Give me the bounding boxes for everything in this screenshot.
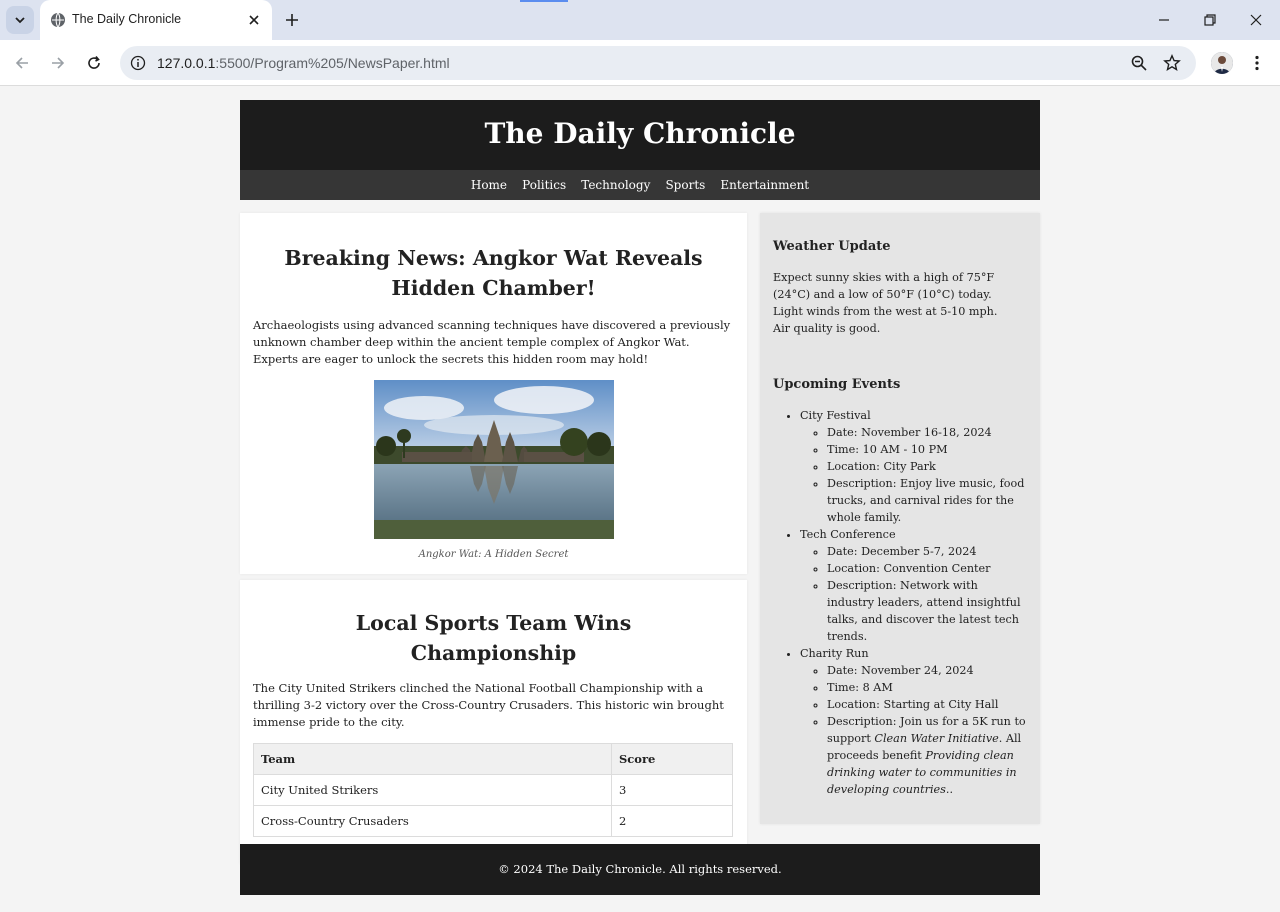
event-details: Date: November 24, 2024 Time: 8 AM Locat…: [800, 662, 1027, 798]
browser-tab-strip: The Daily Chronicle: [0, 0, 1280, 40]
weather-wind: Light winds from the west at 5-10 mph.: [773, 305, 998, 318]
zoom-icon[interactable]: [1130, 54, 1148, 72]
nav-technology[interactable]: Technology: [581, 170, 650, 200]
info-icon[interactable]: [130, 55, 146, 71]
article-headline: Breaking News: Angkor Wat Reveals Hidden…: [284, 246, 703, 300]
weather-forecast: Expect sunny skies with a high of 75°F (…: [773, 271, 995, 301]
bookmark-star-icon[interactable]: [1163, 54, 1181, 72]
run-desc-suffix: .: [949, 783, 954, 796]
score-cell: 2: [611, 805, 733, 837]
sidebar: Weather Update Expect sunny skies with a…: [760, 213, 1040, 824]
run-desc-initiative: Clean Water Initiative: [874, 732, 999, 745]
event-name: Tech Conference: [800, 528, 896, 541]
globe-icon: [51, 12, 65, 28]
url-host: 127.0.0.1: [157, 55, 216, 71]
weather-text: Expect sunny skies with a high of 75°F (…: [773, 269, 1027, 337]
profile-avatar[interactable]: [1211, 52, 1233, 74]
address-bar[interactable]: 127.0.0.1:5500/Program%205/NewsPaper.htm…: [120, 46, 1196, 80]
footer: © 2024 The Daily Chronicle. All rights r…: [240, 844, 1040, 895]
forward-arrow-icon[interactable]: [49, 54, 67, 72]
event-description: Description: Network with industry leade…: [827, 577, 1027, 645]
close-window-icon[interactable]: [1248, 12, 1264, 28]
url-path: :5500/Program%205/NewsPaper.html: [215, 55, 450, 71]
angkor-wat-photo: [373, 380, 614, 539]
event-name: City Festival: [800, 409, 871, 422]
team-cell: City United Strikers: [253, 774, 612, 806]
main-column: Breaking News: Angkor Wat Reveals Hidden…: [240, 213, 747, 870]
chevron-down-icon: [15, 17, 25, 24]
event-time: Time: 10 AM - 10 PM: [827, 441, 1027, 458]
article-body: The City United Strikers clinched the Na…: [253, 681, 724, 729]
reload-icon[interactable]: [85, 54, 103, 72]
browser-toolbar: 127.0.0.1:5500/Program%205/NewsPaper.htm…: [0, 40, 1280, 86]
score-cell: 3: [611, 774, 733, 806]
event-item: City Festival Date: November 16-18, 2024…: [800, 407, 1027, 526]
minimize-icon[interactable]: [1156, 12, 1172, 28]
avatar-icon: [1211, 52, 1233, 74]
events-list: City Festival Date: November 16-18, 2024…: [773, 407, 1027, 798]
event-location: Location: Convention Center: [827, 560, 1027, 577]
angkor-article: Breaking News: Angkor Wat Reveals Hidden…: [240, 213, 747, 574]
table-header-row: Team Score: [253, 743, 733, 775]
masthead: The Daily Chronicle: [240, 100, 1040, 170]
tab-drag-indicator: [520, 0, 568, 2]
tab-search-button[interactable]: [6, 6, 34, 34]
column-header-team: Team: [253, 743, 612, 775]
back-arrow-icon[interactable]: [13, 54, 31, 72]
event-date: Date: November 24, 2024: [827, 662, 1027, 679]
article-body: Archaeologists using advanced scanning t…: [253, 318, 731, 366]
event-date: Date: November 16-18, 2024: [827, 424, 1027, 441]
team-cell: Cross-Country Crusaders: [253, 805, 612, 837]
weather-title: Weather Update: [773, 239, 891, 254]
restore-icon[interactable]: [1202, 12, 1218, 28]
event-description: Description: Join us for a 5K run to sup…: [827, 713, 1027, 798]
sports-article: Local Sports Team Wins Championship The …: [240, 580, 747, 864]
figure: Angkor Wat: A Hidden Secret: [253, 380, 734, 560]
event-location: Location: City Park: [827, 458, 1027, 475]
event-name: Charity Run: [800, 647, 869, 660]
event-time: Time: 8 AM: [827, 679, 1027, 696]
events-title: Upcoming Events: [773, 377, 901, 392]
url-text: 127.0.0.1:5500/Program%205/NewsPaper.htm…: [157, 55, 450, 71]
event-details: Date: November 16-18, 2024 Time: 10 AM -…: [800, 424, 1027, 526]
site-title: The Daily Chronicle: [484, 117, 796, 150]
main-nav: Home Politics Technology Sports Entertai…: [240, 170, 1040, 200]
article-headline: Local Sports Team Wins Championship: [355, 611, 632, 665]
event-item: Charity Run Date: November 24, 2024 Time…: [800, 645, 1027, 798]
active-tab[interactable]: The Daily Chronicle: [40, 0, 272, 40]
angkor-wat-image: [373, 380, 614, 539]
more-menu-icon[interactable]: [1248, 54, 1266, 72]
newspaper-page: The Daily Chronicle Home Politics Techno…: [240, 100, 1040, 895]
close-tab-icon[interactable]: [246, 12, 262, 28]
new-tab-icon[interactable]: [282, 10, 302, 30]
event-location: Location: Starting at City Hall: [827, 696, 1027, 713]
event-details: Date: December 5-7, 2024 Location: Conve…: [800, 543, 1027, 645]
tab-title: The Daily Chronicle: [72, 12, 182, 26]
copyright-text: © 2024 The Daily Chronicle. All rights r…: [498, 862, 782, 876]
table-row: Cross-Country Crusaders 2: [253, 805, 733, 837]
event-date: Date: December 5-7, 2024: [827, 543, 1027, 560]
column-header-score: Score: [611, 743, 733, 775]
nav-home[interactable]: Home: [471, 170, 507, 200]
nav-politics[interactable]: Politics: [522, 170, 566, 200]
event-item: Tech Conference Date: December 5-7, 2024…: [800, 526, 1027, 645]
table-row: City United Strikers 3: [253, 774, 733, 806]
score-table: Team Score City United Strikers 3 Cross-…: [253, 743, 733, 837]
image-caption: Angkor Wat: A Hidden Secret: [418, 549, 569, 560]
weather-air-quality: Air quality is good.: [773, 322, 881, 335]
event-description: Description: Enjoy live music, food truc…: [827, 475, 1027, 526]
nav-sports[interactable]: Sports: [665, 170, 705, 200]
nav-entertainment[interactable]: Entertainment: [720, 170, 809, 200]
